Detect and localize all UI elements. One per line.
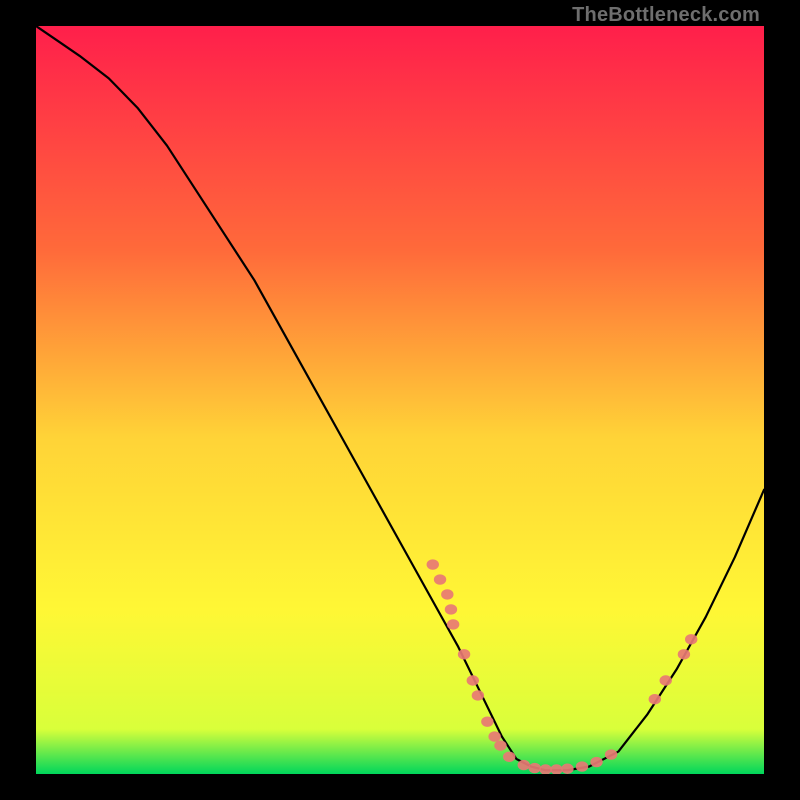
data-marker: [458, 649, 470, 659]
data-marker: [481, 716, 493, 726]
plot-area: [36, 26, 764, 774]
data-marker: [518, 760, 530, 770]
watermark-text: TheBottleneck.com: [572, 4, 760, 27]
data-marker: [441, 589, 453, 599]
data-marker: [427, 559, 439, 569]
data-marker: [445, 604, 457, 614]
data-marker: [576, 761, 588, 771]
data-marker: [685, 634, 697, 644]
data-marker: [660, 675, 672, 685]
data-marker: [447, 619, 459, 629]
data-marker: [503, 752, 515, 762]
figure-frame: TheBottleneck.com: [0, 0, 800, 800]
data-marker: [434, 574, 446, 584]
data-marker: [494, 740, 506, 750]
data-marker: [472, 690, 484, 700]
data-marker: [590, 757, 602, 767]
data-marker: [649, 694, 661, 704]
data-marker: [678, 649, 690, 659]
data-marker: [561, 764, 573, 774]
gradient-background: [36, 26, 764, 774]
data-marker: [467, 675, 479, 685]
chart-svg: [36, 26, 764, 774]
data-marker: [605, 749, 617, 759]
data-marker: [528, 763, 540, 773]
data-marker: [488, 731, 500, 741]
